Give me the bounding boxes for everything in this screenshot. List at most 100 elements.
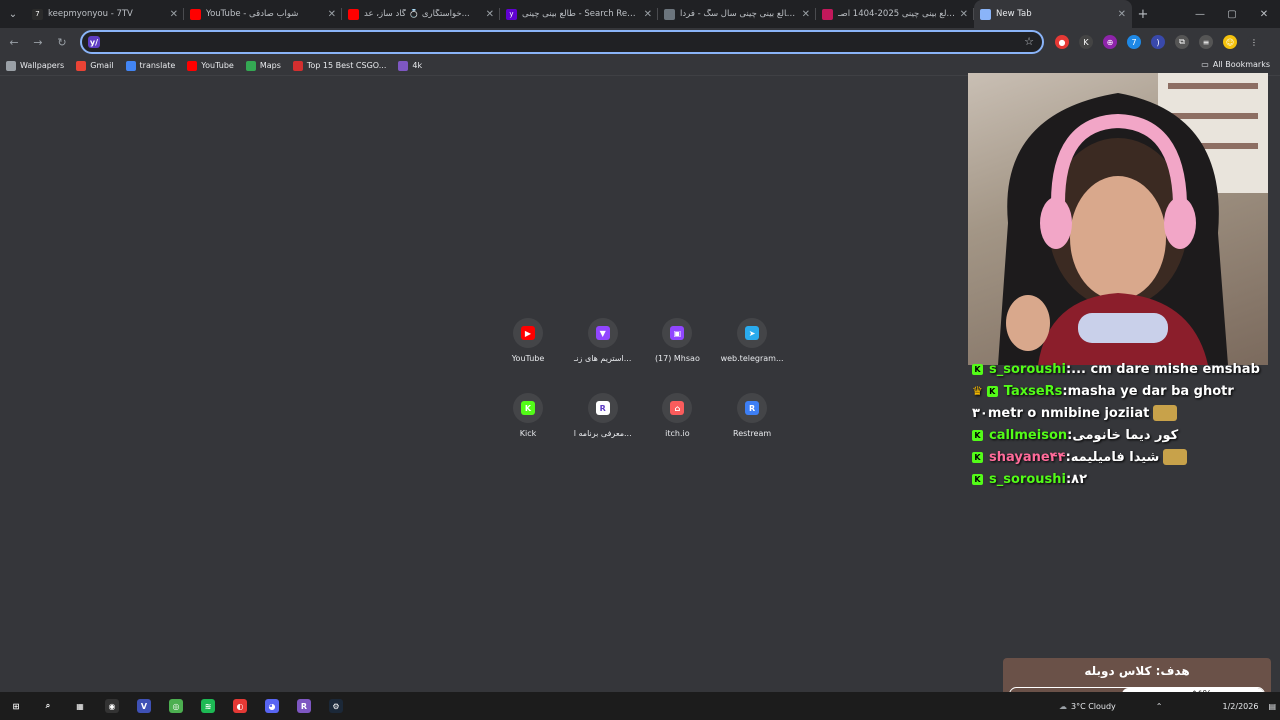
shortcut-tile[interactable]: R معرفی برنامه ا... bbox=[566, 393, 640, 438]
taskbar-button[interactable]: R bbox=[288, 692, 320, 720]
shortcut-tile[interactable]: ⌂ itch.io bbox=[640, 393, 714, 438]
shortcut-icon-circle: ▼ bbox=[587, 318, 618, 348]
tab-favicon-icon bbox=[822, 8, 833, 20]
taskbar-button[interactable]: ◐ bbox=[224, 692, 256, 720]
tab-favicon-icon bbox=[664, 8, 675, 20]
streamer-webcam-image bbox=[998, 73, 1268, 365]
chrome-icon: ◎ bbox=[169, 699, 183, 713]
shortcut-icon-circle: R bbox=[737, 393, 768, 423]
bookmark-item[interactable]: YouTube bbox=[187, 60, 234, 71]
clock-date[interactable]: 1/2/2026 bbox=[1223, 702, 1259, 711]
shortcut-tile[interactable]: ➤ web.telegram... bbox=[715, 318, 789, 363]
taskbar-button[interactable]: ▦ bbox=[64, 692, 96, 720]
bookmark-item[interactable]: translate bbox=[125, 60, 176, 71]
bookmark-item[interactable]: Wallpapers bbox=[6, 60, 64, 71]
media-icon[interactable]: ≡ bbox=[1199, 35, 1213, 49]
puzzle-icon[interactable]: ⧉ bbox=[1175, 35, 1189, 49]
shortcut-tile[interactable]: K Kick bbox=[491, 393, 565, 438]
bookmark-favicon-icon bbox=[292, 60, 303, 71]
tab-close-icon[interactable]: ✕ bbox=[960, 9, 968, 20]
chat-username[interactable]: shayane۴۴ bbox=[989, 450, 1066, 465]
taskbar-button[interactable]: ◕ bbox=[256, 692, 288, 720]
tab-list: 7 keepmyonyou - 7TV ✕ YouTube - شواب صادقی ✕… bbox=[26, 0, 1132, 28]
tab-close-icon[interactable]: ✕ bbox=[1118, 9, 1126, 20]
spotify-icon: ≋ bbox=[201, 699, 215, 713]
shortcut-tile[interactable]: ▣ (17) Mhsao bbox=[640, 318, 714, 363]
7tv-icon[interactable]: 7 bbox=[1127, 35, 1141, 49]
back-icon[interactable]: ← bbox=[2, 36, 26, 49]
minimize-icon[interactable]: — bbox=[1184, 0, 1216, 28]
weather-text[interactable]: 3°C Cloudy bbox=[1071, 702, 1116, 711]
reload-icon[interactable]: ↻ bbox=[50, 36, 74, 49]
address-bar[interactable]: y/ ☆ bbox=[80, 30, 1044, 54]
all-bookmarks-button[interactable]: ▭ All Bookmarks bbox=[1201, 60, 1270, 69]
shortcut-label: Kick bbox=[519, 429, 537, 438]
tab-title: طالع بینی چینی سال سگ - فردا... bbox=[680, 9, 798, 19]
shortcut-tile[interactable]: R Restream bbox=[715, 393, 789, 438]
shortcut-tile[interactable]: ▶ YouTube bbox=[491, 318, 565, 363]
plus-icon: + bbox=[1137, 6, 1149, 22]
forward-icon[interactable]: → bbox=[26, 36, 50, 49]
bookmark-item[interactable]: Gmail bbox=[76, 60, 114, 71]
audio-icon[interactable]: ) bbox=[1151, 35, 1165, 49]
new-tab-button[interactable]: + bbox=[1132, 7, 1154, 22]
chat-username[interactable]: callmeison bbox=[989, 428, 1067, 443]
tab-search-button[interactable]: ⌄ bbox=[0, 0, 26, 28]
taskbar-button[interactable]: ◉ bbox=[96, 692, 128, 720]
tab-close-icon[interactable]: ✕ bbox=[644, 9, 652, 20]
address-input[interactable] bbox=[106, 36, 1042, 48]
bookmark-favicon-icon bbox=[125, 60, 136, 71]
browser-tab[interactable]: New Tab ✕ bbox=[974, 0, 1132, 28]
tab-close-icon[interactable]: ✕ bbox=[486, 9, 494, 20]
chat-username[interactable]: TaxseRs bbox=[1004, 384, 1063, 399]
maximize-icon[interactable]: ▢ bbox=[1216, 0, 1248, 28]
shortcut-icon: R bbox=[745, 401, 760, 415]
cloud-icon: ☁ bbox=[1058, 701, 1067, 711]
browser-tab[interactable]: YouTube - شواب صادقی ✕ bbox=[184, 0, 342, 28]
bookmark-favicon-icon bbox=[187, 60, 198, 71]
bookmark-favicon-icon bbox=[398, 60, 409, 71]
browser-tab[interactable]: طالع بینی چینی سال سگ - فردا... ✕ bbox=[658, 0, 816, 28]
shortcut-label: معرفی برنامه ا... bbox=[573, 429, 632, 438]
chevron-down-icon: ⌄ bbox=[8, 8, 18, 20]
bookmark-item[interactable]: Maps bbox=[245, 60, 281, 71]
bookmark-star-icon[interactable]: ☆ bbox=[1024, 35, 1034, 48]
taskbar-button[interactable]: ⌕ bbox=[32, 692, 64, 720]
chat-message: Ks_soroushi: ۸۲ bbox=[968, 468, 1280, 490]
tab-favicon-icon: 7 bbox=[32, 8, 43, 20]
kick-badge-icon: K bbox=[972, 363, 983, 375]
taskbar-button[interactable]: ◎ bbox=[160, 692, 192, 720]
chat-username[interactable]: s_soroushi bbox=[989, 362, 1066, 377]
tab-close-icon[interactable]: ✕ bbox=[170, 9, 178, 20]
taskbar-button[interactable]: ⚙ bbox=[320, 692, 352, 720]
taskbar-button[interactable]: ⊞ bbox=[0, 692, 32, 720]
profile-avatar-icon[interactable]: ☺ bbox=[1223, 35, 1237, 49]
purple-extension-icon[interactable]: ⊕ bbox=[1103, 35, 1117, 49]
shortcut-tile[interactable]: ▼ استریم های زنـ... bbox=[566, 318, 640, 363]
menu-icon[interactable]: ⋮ bbox=[1247, 35, 1261, 49]
tab-close-icon[interactable]: ✕ bbox=[328, 9, 336, 20]
kick-badge-icon: K bbox=[972, 451, 983, 463]
window-controls: — ▢ ✕ bbox=[1184, 0, 1280, 28]
bookmark-item[interactable]: Top 15 Best CSGO... bbox=[292, 60, 386, 71]
taskbar-button[interactable]: V bbox=[128, 692, 160, 720]
chat-username[interactable]: s_soroushi bbox=[989, 472, 1066, 487]
browser-tab[interactable]: 7 keepmyonyou - 7TV ✕ bbox=[26, 0, 184, 28]
kick-badge-icon: K bbox=[986, 385, 998, 397]
browser-tab[interactable]: طالع بینی چینی 2025-1404 اصـ... ✕ bbox=[816, 0, 974, 28]
tray-chevron-icon[interactable]: ⌃ bbox=[1156, 702, 1163, 711]
tab-close-icon[interactable]: ✕ bbox=[802, 9, 810, 20]
shortcut-icon: ▶ bbox=[521, 326, 535, 340]
k-extension-icon[interactable]: K bbox=[1079, 35, 1093, 49]
browser-tab[interactable]: y طالع بینی چینی - Search Results ✕ bbox=[500, 0, 658, 28]
red-circle-icon[interactable]: ● bbox=[1055, 35, 1069, 49]
bookmark-item[interactable]: 4k bbox=[398, 60, 422, 71]
notifications-icon[interactable]: ▤ bbox=[1268, 702, 1276, 711]
shortcut-label: itch.io bbox=[665, 429, 690, 438]
bookmark-label: translate bbox=[139, 61, 176, 70]
taskbar-button[interactable]: ≋ bbox=[192, 692, 224, 720]
shortcut-icon: ➤ bbox=[745, 326, 760, 340]
close-icon[interactable]: ✕ bbox=[1248, 0, 1280, 28]
shortcut-label: Restream bbox=[733, 429, 772, 438]
browser-tab[interactable]: خواستگاری 💍 گاد ساز، عد... ✕ bbox=[342, 0, 500, 28]
